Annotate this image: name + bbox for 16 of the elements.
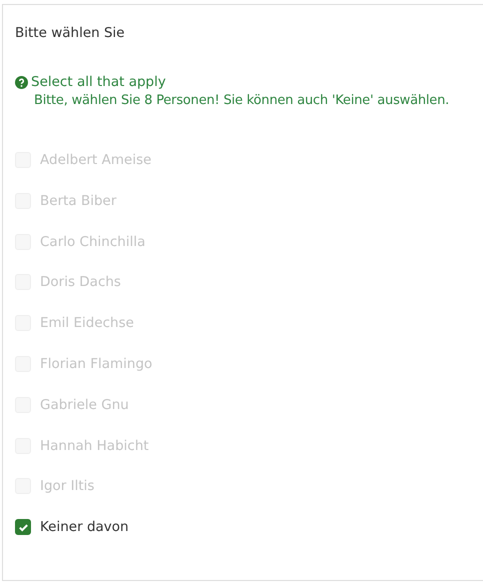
option-label: Keiner davon bbox=[40, 519, 129, 536]
option-label: Adelbert Ameise bbox=[40, 152, 152, 168]
help-icon bbox=[15, 76, 28, 88]
hint-text: Select all that apply bbox=[31, 74, 166, 90]
option-label: Doris Dachs bbox=[40, 274, 121, 290]
checkbox[interactable] bbox=[15, 519, 31, 536]
instruction-text: Bitte, wählen Sie 8 Personen! Sie können auch 'Keine' auswählen. bbox=[34, 93, 450, 108]
option-label: Igor Iltis bbox=[40, 478, 94, 494]
option-label: Carlo Chinchilla bbox=[40, 234, 146, 250]
check-icon bbox=[18, 522, 28, 533]
option-label: Gabriele Gnu bbox=[40, 396, 129, 413]
question-title: Bitte wählen Sie bbox=[15, 25, 126, 41]
option-label: Florian Flamingo bbox=[40, 356, 152, 372]
option-label: Emil Eidechse bbox=[40, 315, 134, 332]
option-label: Hannah Habicht bbox=[40, 438, 149, 454]
option-label: Berta Biber bbox=[40, 192, 116, 209]
